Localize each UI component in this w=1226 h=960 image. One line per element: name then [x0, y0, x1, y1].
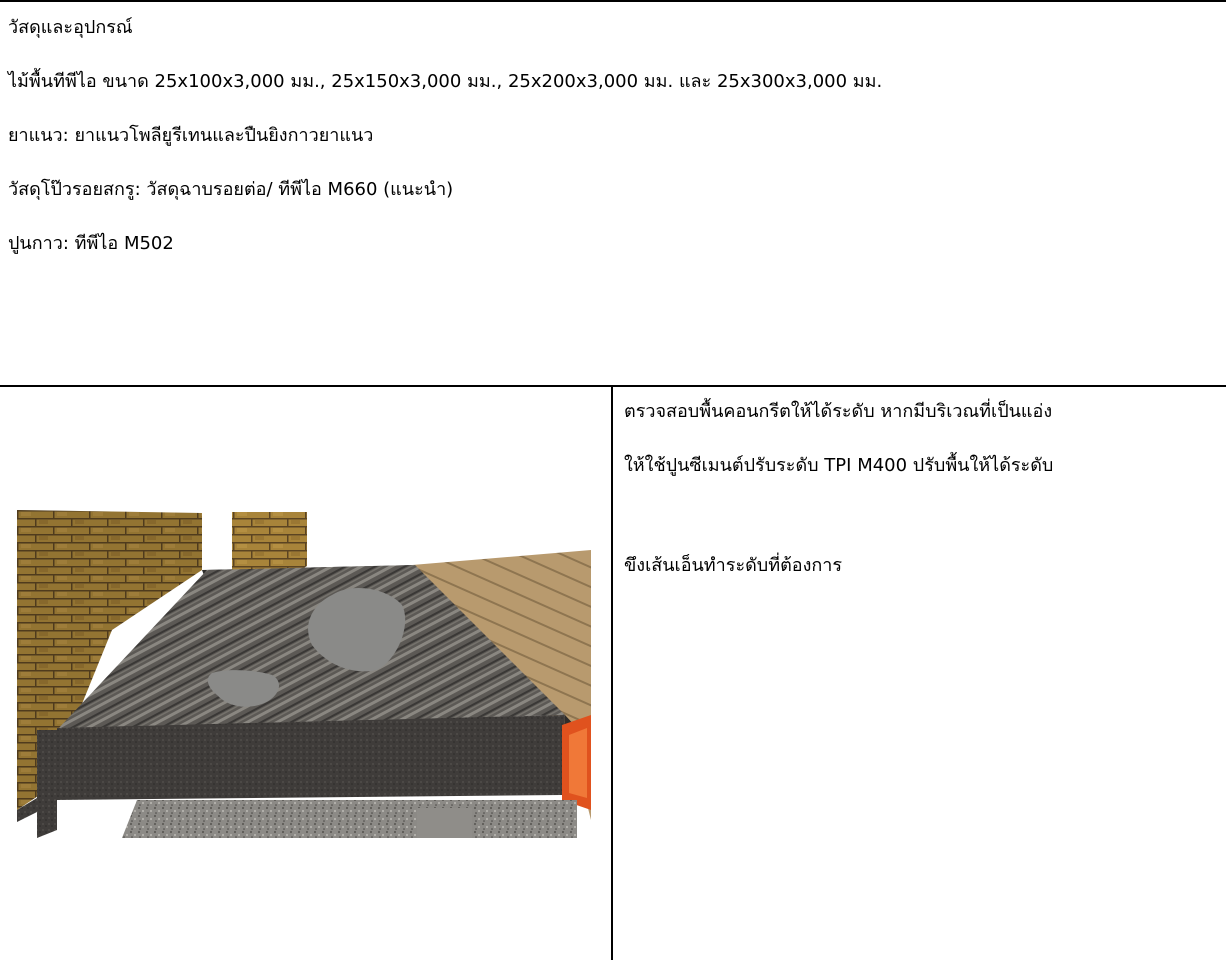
section-divider	[0, 385, 1226, 387]
material-screw-filler: วัสดุโป๊วรอยสกรู: วัสดุฉาบรอยต่อ/ ทีพีไอ…	[8, 179, 454, 200]
materials-section: วัสดุและอุปกรณ์ ไม้พื้นทีพีไอ ขนาด 25x10…	[0, 2, 1226, 385]
material-sealant: ยาแนว: ยาแนวโพลียูรีเทนและปืนยิงกาวยาแนว	[8, 125, 374, 146]
step-instruction-line-1: ตรวจสอบพื้นคอนกรีตให้ได้ระดับ หากมีบริเว…	[624, 401, 1053, 422]
material-adhesive-mortar: ปูนกาว: ทีพีไอ M502	[8, 233, 174, 254]
material-wood-sizes: ไม้พื้นทีพีไอ ขนาด 25x100x3,000 มม., 25x…	[8, 71, 883, 92]
concrete-slab-illustration	[17, 510, 591, 838]
materials-heading: วัสดุและอุปกรณ์	[8, 17, 133, 38]
column-divider	[611, 386, 613, 960]
step-note: ขึงเส้นเอ็นทำระดับที่ต้องการ	[624, 555, 843, 576]
step-instruction-line-2: ให้ใช้ปูนซีเมนต์ปรับระดับ TPI M400 ปรับพ…	[624, 455, 1054, 476]
